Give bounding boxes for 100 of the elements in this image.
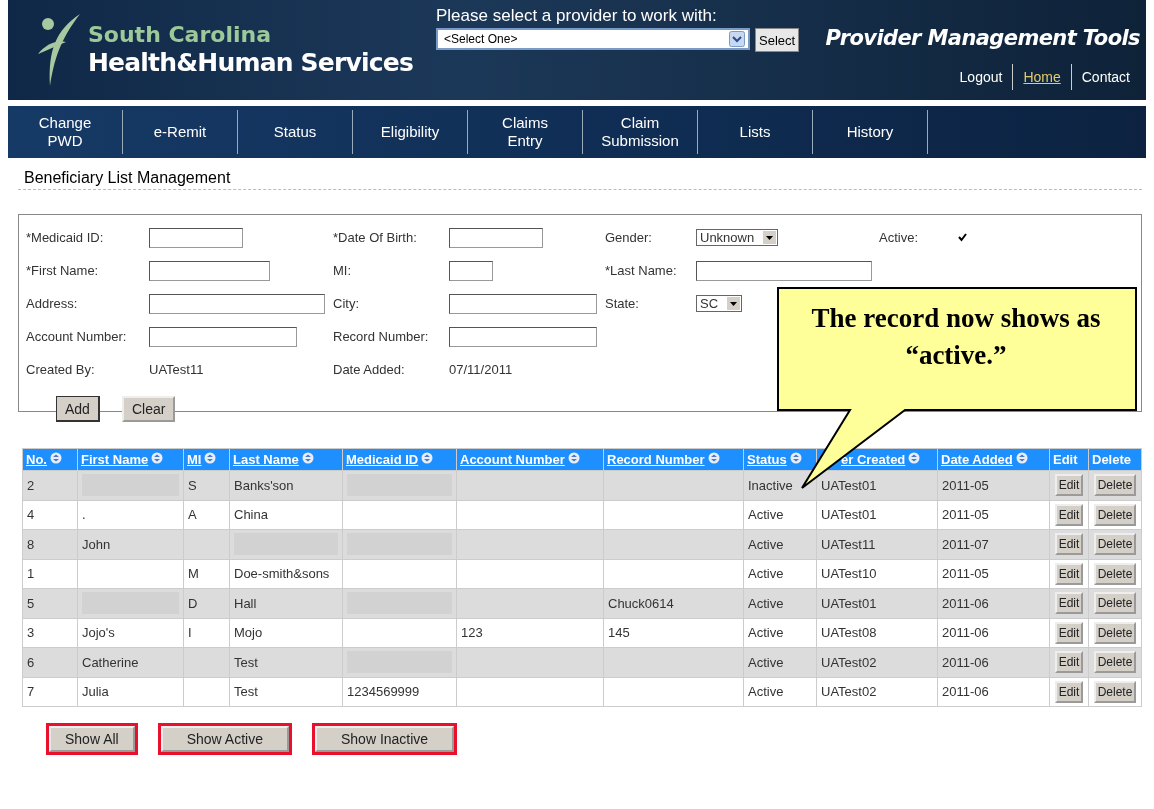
sort-icon[interactable] — [1015, 452, 1028, 464]
nav-item[interactable]: Change PWD — [8, 110, 123, 154]
table-cell: . — [77, 500, 184, 530]
sort-icon[interactable] — [908, 452, 921, 464]
table-cell: UATest10 — [816, 559, 938, 589]
nav-item[interactable]: Eligibility — [353, 110, 468, 154]
table-cell: Jojo's — [77, 618, 184, 648]
input-field[interactable] — [449, 260, 493, 281]
select-button[interactable]: Select — [755, 28, 800, 52]
row-action-button[interactable]: Delete — [1093, 533, 1137, 556]
table-cell: 4 — [22, 500, 78, 530]
checkbox[interactable] — [956, 231, 968, 244]
row-action-button[interactable]: Delete — [1093, 503, 1137, 526]
sort-icon[interactable] — [204, 452, 217, 464]
provider-dropdown[interactable]: <Select One> — [436, 28, 750, 50]
row-action-button[interactable]: Delete — [1093, 680, 1137, 703]
nav-item[interactable]: Status — [238, 110, 353, 154]
row-action-button[interactable]: Delete — [1093, 474, 1137, 497]
field-label: *First Name: — [26, 263, 100, 278]
row-action-button[interactable]: Edit — [1054, 680, 1084, 703]
dropdown[interactable]: Unknown — [696, 229, 778, 246]
table-cell: I — [183, 618, 230, 648]
field-label: Account Number: — [26, 329, 128, 344]
nav-item[interactable]: Lists — [698, 110, 813, 154]
row-action-button[interactable]: Edit — [1054, 503, 1084, 526]
table-cell: 5 — [22, 588, 78, 618]
table-cell: Doe-smith&sons — [229, 559, 343, 589]
table-cell: Catherine — [77, 647, 184, 677]
input-field[interactable] — [149, 227, 243, 248]
form-button[interactable]: Add — [56, 396, 100, 422]
table-cell: 7 — [22, 677, 78, 707]
row-action-button[interactable]: Delete — [1093, 562, 1137, 585]
sort-icon[interactable] — [789, 452, 802, 464]
table-cell: China — [229, 500, 343, 530]
table-cell: 3 — [22, 618, 78, 648]
table-cell: Active — [743, 677, 817, 707]
table-cell: 6 — [22, 647, 78, 677]
row-action-button[interactable]: Edit — [1054, 621, 1084, 644]
table-cell: Hall — [229, 588, 343, 618]
header-link[interactable]: Logout — [949, 64, 1013, 90]
table-cell: Active — [743, 500, 817, 530]
sort-icon[interactable] — [49, 452, 62, 464]
field-label: Record Number: — [333, 329, 430, 344]
row-action-button[interactable]: Delete — [1093, 651, 1137, 674]
header-link[interactable]: Home — [1012, 64, 1071, 90]
table-cell: Mojo — [229, 618, 343, 648]
sort-icon[interactable] — [567, 452, 580, 464]
field-label: State: — [605, 296, 640, 311]
field-label: *Date Of Birth: — [333, 230, 418, 245]
row-action-button[interactable]: Edit — [1054, 474, 1084, 497]
sort-icon[interactable] — [421, 452, 434, 464]
input-field[interactable] — [149, 293, 325, 314]
field-label: City: — [333, 296, 360, 311]
row-action-button[interactable]: Edit — [1054, 533, 1084, 556]
table-cell: 2011-06 — [937, 677, 1050, 707]
row-action-button[interactable]: Edit — [1054, 592, 1084, 615]
table-cell: Test — [229, 647, 343, 677]
row-action-button[interactable]: Edit — [1054, 562, 1084, 585]
table-cell — [183, 677, 230, 707]
form-button[interactable]: Clear — [121, 396, 176, 422]
table-cell: UATest11 — [816, 529, 938, 559]
table-cell: Active — [743, 618, 817, 648]
table-cell: Julia — [77, 677, 184, 707]
sort-icon[interactable] — [151, 452, 164, 464]
logo-text: South Carolina — [88, 22, 272, 48]
nav-item[interactable]: History — [813, 110, 928, 154]
row-action-button[interactable]: Delete — [1093, 621, 1137, 644]
table-cell: UATest01 — [816, 470, 938, 500]
row-action-button[interactable]: Delete — [1093, 592, 1137, 615]
dropdown[interactable]: SC — [696, 295, 742, 312]
table-cell: 2011-05 — [937, 500, 1050, 530]
sort-icon[interactable] — [301, 452, 314, 464]
input-field[interactable] — [449, 227, 543, 248]
nav-item[interactable]: Claim Submission — [583, 110, 698, 154]
filter-button[interactable]: Show All — [49, 726, 135, 752]
filter-button[interactable]: Show Inactive — [314, 726, 455, 752]
nav-item[interactable]: Claims Entry — [468, 110, 583, 154]
input-field[interactable] — [696, 260, 872, 281]
table-cell: 2011-06 — [937, 647, 1050, 677]
table-cell: M — [183, 559, 230, 589]
row-action-button[interactable]: Edit — [1054, 651, 1084, 674]
table-cell: Active — [743, 529, 817, 559]
table-cell: 2011-07 — [937, 529, 1050, 559]
field-value: 07/11/2011 — [449, 362, 513, 377]
table-cell: UATest02 — [816, 647, 938, 677]
section-title: Beneficiary List Management — [18, 158, 1142, 190]
field-label: MI: — [333, 263, 353, 278]
table-cell: John — [77, 529, 184, 559]
field-label: Created By: — [26, 362, 96, 377]
header-link[interactable]: Contact — [1070, 64, 1140, 90]
nav-item[interactable]: e-Remit — [123, 110, 238, 154]
input-field[interactable] — [449, 293, 597, 314]
filter-button[interactable]: Show Active — [160, 726, 289, 752]
input-field[interactable] — [149, 326, 297, 347]
input-field[interactable] — [449, 326, 597, 347]
logo-text: Health&Human Services — [88, 48, 414, 78]
table-cell: 2011-05 — [937, 470, 1050, 500]
input-field[interactable] — [149, 260, 270, 281]
table-cell: Active — [743, 588, 817, 618]
sort-icon[interactable] — [707, 452, 720, 464]
